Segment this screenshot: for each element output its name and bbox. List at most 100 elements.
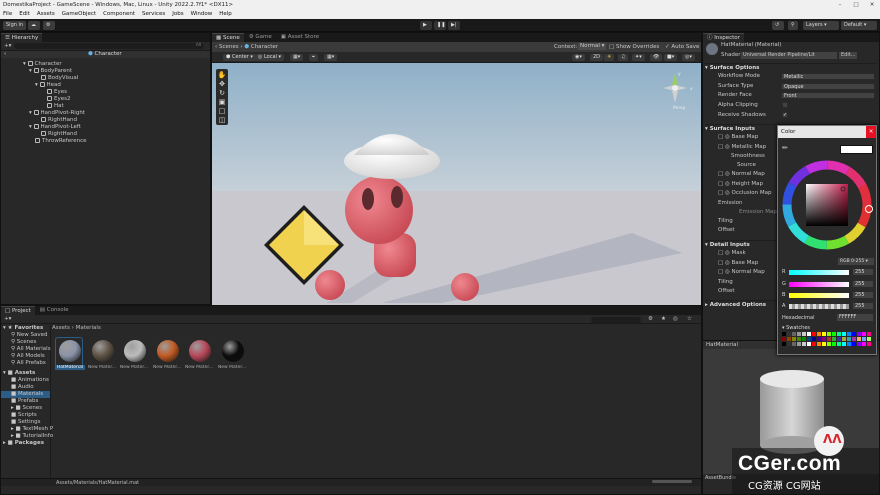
rect-tool-icon[interactable]: □ (219, 107, 226, 115)
color-swatch[interactable] (787, 342, 791, 346)
left-hand[interactable] (315, 270, 345, 300)
detail-base-map-row[interactable]: □ ◎ Base Map (718, 259, 758, 267)
color-picker-close-icon[interactable]: ✕ (866, 126, 876, 138)
color-swatch[interactable] (842, 337, 846, 341)
right-hand[interactable] (451, 273, 479, 301)
color-swatch[interactable] (857, 342, 861, 346)
color-swatch[interactable] (847, 332, 851, 336)
breadcrumb-character[interactable]: Character (251, 44, 278, 50)
hierarchy-item-hat[interactable]: Hat (1, 103, 210, 110)
color-swatch[interactable] (797, 337, 801, 341)
star-icon[interactable]: ☆ (687, 315, 692, 324)
color-swatch[interactable] (807, 337, 811, 341)
hierarchy-item-handpivot-right[interactable]: ▾ HandPivot-Right (1, 110, 210, 117)
metallic-map-row[interactable]: □ ◎ Metallic Map (718, 143, 766, 151)
color-swatch[interactable] (807, 342, 811, 346)
menu-assets[interactable]: Assets (37, 10, 55, 19)
color-swatch[interactable] (797, 332, 801, 336)
color-swatch[interactable] (802, 332, 806, 336)
2d-toggle[interactable]: 2D (590, 54, 604, 61)
breadcrumb-assets[interactable]: Assets (52, 325, 70, 331)
maximize-icon[interactable]: □ (848, 0, 864, 10)
color-swatch[interactable] (817, 342, 821, 346)
grid-visibility-icon[interactable]: ▦▾ (324, 54, 338, 61)
color-swatch[interactable] (862, 332, 866, 336)
filter-icon[interactable]: ⚙ (648, 315, 653, 324)
folder-item[interactable]: ■ Audio (1, 384, 50, 391)
render-face-dropdown[interactable]: Front (781, 92, 875, 99)
color-swatch[interactable] (862, 342, 866, 346)
menu-services[interactable]: Services (142, 10, 165, 19)
folder-item[interactable]: ■ Animations (1, 377, 50, 384)
character-head[interactable] (345, 176, 413, 244)
hierarchy-scene-row[interactable]: ‹ ⬢ Character (1, 51, 210, 58)
tab-hierarchy[interactable]: ☰ Hierarchy (1, 33, 43, 42)
draw-mode-icon[interactable]: ◉▾ (572, 54, 585, 61)
hierarchy-item-head[interactable]: ▾ Head (1, 82, 210, 89)
scale-tool-icon[interactable]: ▣ (219, 98, 226, 106)
minimize-icon[interactable]: – (832, 0, 848, 10)
step-icon[interactable]: ▶| (448, 21, 460, 30)
occlusion-map-row[interactable]: □ ◎ Occlusion Map (718, 189, 772, 197)
color-swatch[interactable] (827, 332, 831, 336)
signin-button[interactable]: Sign in (3, 21, 27, 30)
hue-wheel[interactable] (780, 158, 876, 254)
menu-help[interactable]: Help (219, 10, 232, 19)
breadcrumb-scenes[interactable]: Scenes (219, 44, 239, 50)
swatches-header[interactable]: ▾ Swatches (782, 325, 810, 331)
surface-type-dropdown[interactable]: Opaque (781, 83, 875, 90)
alpha-clipping-checkbox[interactable] (782, 102, 788, 108)
tab-console[interactable]: ▤ Console (35, 306, 73, 315)
color-swatch[interactable] (802, 342, 806, 346)
color-swatch[interactable] (832, 342, 836, 346)
hand-tool-icon[interactable]: ✋ (218, 70, 227, 79)
hierarchy-item-throwreference[interactable]: ThrowReference (1, 138, 210, 145)
height-map-row[interactable]: □ ◎ Height Map (718, 180, 763, 188)
thumbnail-size-slider[interactable] (652, 480, 692, 483)
workflow-mode-dropdown[interactable]: Metallic (781, 73, 875, 80)
effects-icon[interactable]: ✦▾ (632, 54, 645, 61)
hierarchy-item-bodyparent[interactable]: ▾ BodyParent (1, 68, 210, 75)
color-swatch[interactable] (842, 342, 846, 346)
project-add-icon[interactable]: +▾ (4, 316, 11, 322)
color-swatch[interactable] (847, 337, 851, 341)
auto-save-checkbox[interactable]: ✓ Auto Save (665, 42, 699, 52)
favorite-item[interactable]: ⚲ All Models (1, 353, 50, 360)
add-icon[interactable]: +▾ (4, 43, 11, 49)
normal-map-row[interactable]: □ ◎ Normal Map (718, 170, 765, 178)
color-swatch[interactable] (812, 332, 816, 336)
color-swatch[interactable] (782, 337, 786, 341)
folder-item[interactable]: ■ Prefabs (1, 398, 50, 405)
label-icon[interactable]: ★ (661, 315, 666, 324)
color-swatch[interactable] (822, 342, 826, 346)
hierarchy-item-handpivot-left[interactable]: ▾ HandPivot-Left (1, 124, 210, 131)
shader-dropdown[interactable]: Universal Render Pipeline/Lit (741, 52, 837, 59)
space-dropdown[interactable]: ◎ Local ▾ (255, 54, 285, 61)
folder-item[interactable]: ▸ ■ Scenes (1, 405, 50, 412)
color-swatch[interactable] (792, 342, 796, 346)
g-value[interactable]: 255 (853, 281, 873, 287)
color-swatch[interactable] (797, 342, 801, 346)
folder-item-selected[interactable]: ■ Materials (1, 391, 50, 398)
material-thumbnail[interactable] (219, 338, 245, 366)
color-swatch[interactable] (787, 337, 791, 341)
color-swatch[interactable] (817, 332, 821, 336)
color-swatch[interactable] (837, 332, 841, 336)
color-swatch[interactable] (837, 337, 841, 341)
b-slider[interactable] (789, 293, 849, 298)
folder-item[interactable]: ▸ ■ TutorialInfo (1, 433, 53, 440)
close-icon[interactable]: ✕ (864, 0, 880, 10)
color-swatch[interactable] (812, 342, 816, 346)
color-swatch[interactable] (822, 332, 826, 336)
swatch-grid[interactable] (782, 332, 874, 352)
material-thumbnail[interactable] (186, 338, 212, 366)
color-swatch[interactable] (832, 337, 836, 341)
collab-icon[interactable]: ⚙ (43, 21, 55, 30)
move-tool-icon[interactable]: ✥ (219, 80, 225, 88)
color-swatch[interactable] (817, 337, 821, 341)
color-swatch[interactable] (852, 342, 856, 346)
color-swatch[interactable] (852, 332, 856, 336)
grid-snap-icon[interactable]: ▦▾ (290, 54, 304, 61)
hierarchy-item-righthand-2[interactable]: RightHand (1, 131, 210, 138)
material-thumbnail[interactable] (89, 338, 115, 366)
